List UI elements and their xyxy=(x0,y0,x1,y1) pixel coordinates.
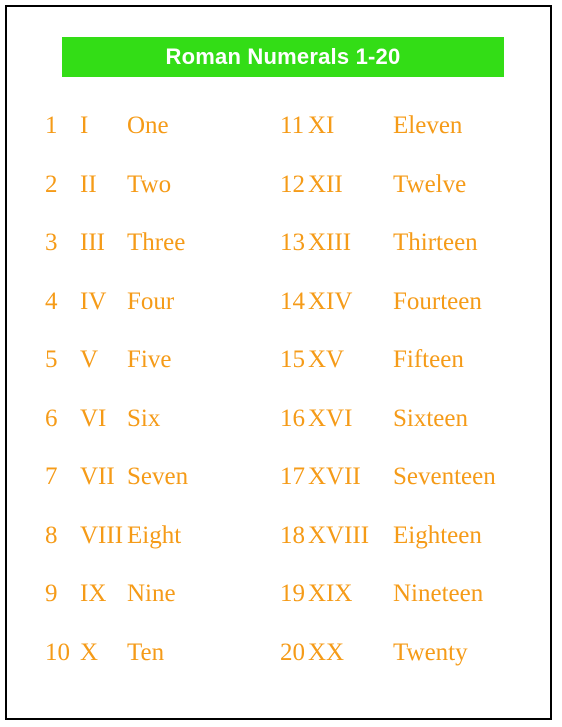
numeral-word-value: Two xyxy=(127,170,172,198)
numerals-column-right: 11 XI Eleven 12 XII Twelve 13 XIII Thirteen 14 XIV… xyxy=(242,97,542,682)
numeral-roman-value: III xyxy=(80,229,105,256)
numeral-arabic-value: 14 xyxy=(280,287,305,315)
numeral-roman-value: XIII xyxy=(308,229,352,256)
table-row: 1 I One xyxy=(45,97,242,156)
numeral-roman-value: VI xyxy=(80,404,107,432)
numeral-word-value: Sixteen xyxy=(393,404,468,432)
numerals-table: 1 I One 2 II Two 3 III Three 4 IV Four 5 V Five 6 VI Six 7… xyxy=(7,97,550,682)
numeral-arabic-value: 1 xyxy=(45,112,58,139)
numeral-roman-value: V xyxy=(80,346,99,373)
numeral-arabic-value: 17 xyxy=(280,463,305,490)
numeral-roman-value: XVI xyxy=(308,404,353,432)
numeral-word-value: Fifteen xyxy=(393,346,464,373)
numeral-word-value: Eighteen xyxy=(393,521,482,549)
table-row: 14 XIV Fourteen xyxy=(280,273,542,332)
numeral-roman-value: XII xyxy=(308,170,343,198)
numeral-roman-value: XIV xyxy=(308,287,353,315)
numeral-word-value: Eight xyxy=(127,521,182,549)
numeral-arabic-value: 6 xyxy=(45,404,58,432)
numeral-arabic-value: 18 xyxy=(280,521,305,549)
numeral-roman-value: XI xyxy=(308,112,335,139)
table-row: 5 V Five xyxy=(45,331,242,390)
table-row: 7 VII Seven xyxy=(45,448,242,507)
page-title: Roman Numerals 1-20 xyxy=(165,44,401,69)
table-row: 10 X Ten xyxy=(45,624,242,683)
numeral-word-value: Eleven xyxy=(393,112,463,139)
numeral-word-value: Twenty xyxy=(393,638,468,666)
numeral-arabic-value: 19 xyxy=(280,580,305,607)
numeral-word-value: Nineteen xyxy=(393,580,484,607)
numeral-roman-value: II xyxy=(80,170,97,198)
table-row: 15 XV Fifteen xyxy=(280,331,542,390)
numeral-arabic-value: 2 xyxy=(45,170,58,198)
numeral-arabic-value: 7 xyxy=(45,463,58,490)
numeral-word-value: Fourteen xyxy=(393,287,482,315)
table-row: 19 XIX Nineteen xyxy=(280,565,542,624)
table-row: 18 XVIII Eighteen xyxy=(280,507,542,566)
numeral-roman-value: XIX xyxy=(308,580,353,607)
table-row: 16 XVI Sixteen xyxy=(280,390,542,449)
numeral-word-value: Three xyxy=(127,229,186,256)
numeral-word-value: One xyxy=(127,112,169,139)
numeral-arabic-value: 10 xyxy=(45,638,70,666)
numeral-word-value: Five xyxy=(127,346,172,373)
table-row: 3 III Three xyxy=(45,214,242,273)
numeral-arabic-value: 11 xyxy=(280,112,305,139)
numeral-arabic-value: 13 xyxy=(280,229,305,256)
numeral-arabic-value: 9 xyxy=(45,580,58,607)
numerals-column-left: 1 I One 2 II Two 3 III Three 4 IV Four 5 V Five 6 VI Six 7… xyxy=(7,97,242,682)
numeral-arabic-value: 15 xyxy=(280,346,305,373)
table-row: 13 XIII Thirteen xyxy=(280,214,542,273)
numeral-arabic-value: 16 xyxy=(280,404,305,432)
numeral-roman-value: VIII xyxy=(80,521,124,549)
table-row: 12 XII Twelve xyxy=(280,156,542,215)
numeral-word-value: Seven xyxy=(127,463,189,490)
numeral-word-value: Six xyxy=(127,404,161,432)
numeral-roman-value: XVIII xyxy=(308,521,370,549)
numeral-roman-value: IX xyxy=(80,580,107,607)
numeral-roman-value: XVII xyxy=(308,463,361,490)
table-row: 9 IX Nine xyxy=(45,565,242,624)
title-banner: Roman Numerals 1-20 xyxy=(62,37,504,77)
numeral-arabic-value: 4 xyxy=(45,287,58,315)
table-row: 20 XX Twenty xyxy=(280,624,542,683)
numeral-roman-value: VII xyxy=(80,463,115,490)
numeral-roman-value: XV xyxy=(308,346,345,373)
roman-numerals-poster: Roman Numerals 1-20 1 I One 2 II Two 3 III Three… xyxy=(5,5,552,720)
numeral-word-value: Four xyxy=(127,287,175,315)
numeral-arabic-value: 3 xyxy=(45,229,58,256)
numeral-word-value: Nine xyxy=(127,580,176,607)
table-row: 6 VI Six xyxy=(45,390,242,449)
numeral-arabic-value: 8 xyxy=(45,521,58,549)
table-row: 4 IV Four xyxy=(45,273,242,332)
numeral-roman-value: I xyxy=(80,112,89,139)
numeral-word-value: Twelve xyxy=(393,170,467,198)
numeral-arabic-value: 12 xyxy=(280,170,305,198)
numeral-roman-value: IV xyxy=(80,287,107,315)
table-row: 8 VIII Eight xyxy=(45,507,242,566)
numeral-word-value: Thirteen xyxy=(393,229,478,256)
numeral-arabic-value: 5 xyxy=(45,346,58,373)
table-row: 2 II Two xyxy=(45,156,242,215)
numeral-word-value: Seventeen xyxy=(393,463,496,490)
numeral-word-value: Ten xyxy=(127,638,165,666)
numeral-roman-value: X xyxy=(80,638,99,666)
numeral-roman-value: XX xyxy=(308,638,345,666)
table-row: 17 XVII Seventeen xyxy=(280,448,542,507)
numeral-arabic-value: 20 xyxy=(280,638,305,666)
table-row: 11 XI Eleven xyxy=(280,97,542,156)
